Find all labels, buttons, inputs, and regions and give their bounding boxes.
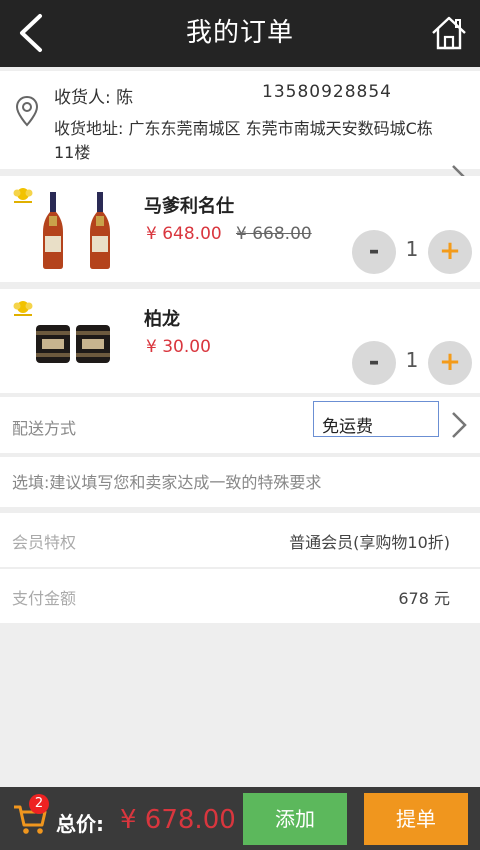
- product-image: [43, 192, 63, 269]
- member-privilege-label: 会员特权: [12, 533, 77, 552]
- quantity-value: 1: [405, 348, 419, 372]
- shipping-method-label: 配送方式: [12, 419, 77, 438]
- decrease-quantity-button[interactable]: -: [352, 341, 396, 385]
- receiver-phone: 13580928854: [262, 82, 392, 102]
- quantity-value: 1: [405, 237, 419, 261]
- product-image: [90, 192, 110, 269]
- shipping-method-row[interactable]: 配送方式 免运费: [0, 397, 480, 453]
- decrease-quantity-button[interactable]: -: [352, 230, 396, 274]
- product-item: 柏龙 ¥ 30.00 - 1 +: [0, 289, 480, 393]
- order-note-field[interactable]: 选填:建议填写您和卖家达成一致的特殊要求: [0, 457, 480, 507]
- checkout-bar: 2 总价: ¥ 678.00 添加 提单: [0, 787, 480, 850]
- submit-order-button[interactable]: 提单: [364, 793, 468, 845]
- product-name[interactable]: 柏龙: [144, 305, 180, 331]
- product-image: [36, 325, 110, 363]
- member-privilege-row: 会员特权 普通会员(享购物10折): [0, 513, 480, 567]
- add-button[interactable]: 添加: [243, 793, 347, 845]
- page-title: 我的订单: [185, 18, 294, 48]
- shipping-method-select[interactable]: 免运费: [313, 401, 439, 437]
- product-item: 马爹利名仕 ¥ 648.00 ¥ 668.00 - 1 +: [0, 176, 480, 282]
- header-bar: 我的订单: [0, 0, 480, 67]
- location-pin-icon: [15, 95, 39, 127]
- total-price-label: 总价:: [56, 812, 104, 836]
- home-icon[interactable]: [430, 14, 468, 52]
- product-name[interactable]: 马爹利名仕: [144, 192, 234, 218]
- receiver-address: 收货地址: 广东东莞南城区 东莞市南城天安数码城C栋11楼: [54, 119, 433, 162]
- total-price-value: ¥ 678.00: [120, 805, 236, 835]
- payment-amount-label: 支付金额: [12, 589, 77, 608]
- address-card[interactable]: 收货人: 陈 13580928854 收货地址: 广东东莞南城区 东莞市南城天安…: [0, 71, 480, 191]
- product-price: ¥ 648.00: [146, 224, 222, 244]
- receiver-name: 收货人: 陈: [54, 88, 134, 108]
- payment-amount-row: 支付金额 678 元: [0, 569, 480, 623]
- increase-quantity-button[interactable]: +: [428, 341, 472, 385]
- cart-count-badge: 2: [29, 794, 49, 814]
- member-privilege-value: 普通会员(享购物10折): [289, 533, 450, 552]
- brand-logo-icon: [13, 188, 33, 203]
- order-note-placeholder: 选填:建议填写您和卖家达成一致的特殊要求: [12, 473, 322, 492]
- brand-logo-icon: [13, 301, 33, 316]
- increase-quantity-button[interactable]: +: [428, 230, 472, 274]
- product-price: ¥ 30.00: [146, 337, 211, 357]
- chevron-right-icon[interactable]: [451, 411, 467, 439]
- product-original-price: ¥ 668.00: [236, 224, 312, 244]
- payment-amount-value: 678 元: [398, 589, 450, 608]
